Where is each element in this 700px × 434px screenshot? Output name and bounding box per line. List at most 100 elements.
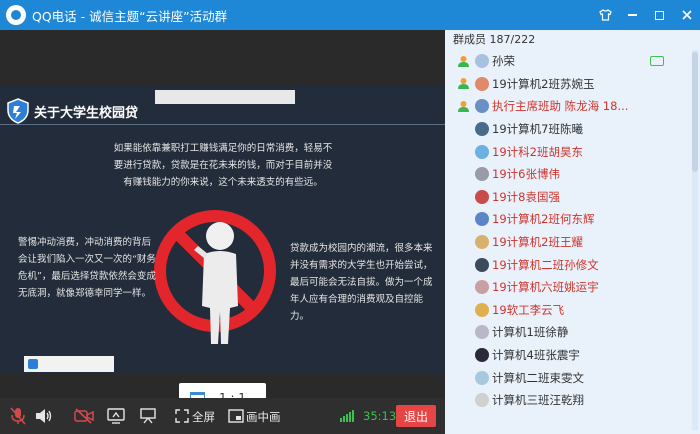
speaker-icon [36, 409, 52, 423]
member-name: 计算机1班徐静 [492, 325, 569, 340]
shield-icon [7, 98, 29, 124]
screen-sharing-icon [650, 56, 664, 67]
member-avatar[interactable] [475, 99, 489, 114]
slide-paragraph-top: 如果能依靠兼职打工赚钱满足你的日常消费，轻易不要进行贷款，贷款是在花未来的钱，而… [113, 143, 333, 188]
signal-strength-icon [340, 410, 354, 422]
member-avatar[interactable] [475, 122, 489, 137]
member-avatar[interactable] [475, 235, 489, 250]
picture-in-picture-icon [228, 409, 244, 423]
slide-header: 关于大学生校园贷 [6, 98, 138, 124]
close-icon [681, 10, 692, 20]
speaker-button[interactable] [34, 406, 54, 426]
slide-paragraph-left: 警惕冲动消费，冲动消费的背后会让我们陷入一次又一次的“财务危机”，最后选择贷款依… [18, 237, 156, 299]
presenter-taskbar-thumb [24, 356, 114, 372]
presentation-icon [140, 408, 156, 424]
member-row[interactable]: 19计6张博伟 [445, 163, 690, 186]
camera-off-icon [74, 408, 94, 424]
minimize-button[interactable] [619, 0, 646, 30]
member-name: 计算机二班束雯文 [492, 370, 584, 385]
member-name: 19计算机7班陈曦 [492, 122, 583, 137]
maximize-button[interactable] [646, 0, 673, 30]
window-controls [592, 0, 700, 30]
member-row[interactable]: 19计算机2班苏婉玉 [445, 73, 690, 96]
slide-top-strip [155, 90, 295, 104]
member-name: 孙荣 [492, 54, 515, 69]
member-list[interactable]: 孙荣 19计算机2班苏婉玉执行主席班助 陈龙海 18... 19计算机7班陈曦 19计… [445, 50, 690, 412]
member-row[interactable]: 计算机二班束雯文 [445, 366, 690, 389]
member-avatar[interactable] [475, 302, 489, 317]
share-screen-button[interactable] [106, 406, 126, 426]
microphone-muted-button[interactable] [8, 406, 28, 426]
admin-person-icon [458, 55, 469, 67]
member-avatar[interactable] [475, 370, 489, 385]
member-row[interactable]: 19计算机2班何东辉 [445, 208, 690, 231]
member-row[interactable]: 孙荣 [445, 50, 690, 73]
member-avatar[interactable] [475, 348, 489, 363]
fullscreen-icon-wrap[interactable] [172, 406, 192, 426]
member-panel: 群成员 187/222 孙荣 19计算机2班苏婉玉 执行主席班助 陈龙海 18...… [445, 30, 700, 434]
qq-call-window: QQ电话 - 诚信主题“云讲座”活动群 关于大学生校园贷 如果能依靠兼职打工赚钱… [0, 0, 700, 434]
title-bar: QQ电话 - 诚信主题“云讲座”活动群 [0, 0, 700, 30]
member-row[interactable]: 计算机1班徐静 [445, 321, 690, 344]
member-name: 19计算机2班苏婉玉 [492, 76, 595, 91]
slide-title: 关于大学生校园贷 [34, 105, 139, 121]
member-list-scrollbar-thumb[interactable] [692, 52, 698, 172]
member-row[interactable]: 19计算机六班姚运宇 [445, 276, 690, 299]
slide-paragraph-right: 贷款成为校园内的潮流，很多本来并没有需求的大学生也开始尝试，最后可能会无法自拔。… [290, 243, 433, 322]
member-row[interactable]: 计算机4班张震宇 [445, 344, 690, 367]
fullscreen-button[interactable]: 全屏 [192, 409, 215, 425]
member-row[interactable]: 19计算机二班孙修文 [445, 253, 690, 276]
share-screen-icon [107, 408, 125, 424]
member-name: 19计算机2班王耀 [492, 235, 583, 250]
member-name: 19计6张博伟 [492, 167, 560, 182]
member-row[interactable]: 计算机三班汪乾翔 [445, 389, 690, 412]
member-avatar[interactable] [475, 144, 489, 159]
member-row[interactable]: 19计算机2班王耀 [445, 231, 690, 254]
presentation-slide: 关于大学生校园贷 如果能依靠兼职打工赚钱满足你的日常消费，轻易不要进行贷款，贷款… [0, 86, 445, 374]
shared-screen-area[interactable]: 关于大学生校园贷 如果能依靠兼职打工赚钱满足你的日常消费，轻易不要进行贷款，贷款… [0, 30, 445, 413]
picture-in-picture-button[interactable]: 画中画 [246, 409, 281, 425]
member-avatar[interactable] [475, 280, 489, 295]
skin-button[interactable] [592, 0, 619, 30]
member-row[interactable]: 19软工李云飞 [445, 299, 690, 322]
minimize-icon [628, 14, 637, 16]
window-title: QQ电话 - 诚信主题“云讲座”活动群 [32, 8, 228, 24]
fullscreen-icon [175, 409, 189, 423]
member-avatar[interactable] [475, 54, 489, 69]
member-name: 执行主席班助 陈龙海 18... [492, 99, 629, 114]
presentation-button[interactable] [138, 406, 158, 426]
member-avatar[interactable] [475, 76, 489, 91]
quit-call-button[interactable]: 退出 [396, 405, 436, 427]
close-button[interactable] [673, 0, 700, 30]
member-name: 计算机4班张震宇 [492, 348, 580, 363]
member-name: 19计科2班胡昊东 [492, 144, 583, 159]
member-name: 19软工李云飞 [492, 302, 565, 317]
member-avatar[interactable] [475, 325, 489, 340]
member-row[interactable]: 19计科2班胡昊东 [445, 140, 690, 163]
member-name: 19计算机六班姚运宇 [492, 280, 599, 295]
member-name: 计算机三班汪乾翔 [492, 393, 584, 408]
microphone-muted-icon [10, 407, 26, 425]
qq-call-logo-icon [6, 5, 26, 25]
member-avatar[interactable] [475, 212, 489, 227]
maximize-icon [655, 10, 664, 20]
member-row[interactable]: 执行主席班助 陈龙海 18... [445, 95, 690, 118]
admin-person-icon [458, 78, 469, 90]
member-avatar[interactable] [475, 393, 489, 408]
member-avatar[interactable] [475, 167, 489, 182]
member-avatar[interactable] [475, 189, 489, 204]
camera-off-button[interactable] [74, 406, 94, 426]
member-avatar[interactable] [475, 257, 489, 272]
admin-person-icon [458, 100, 469, 112]
call-toolbar: 全屏 画中画 35:13 退出 [0, 398, 445, 434]
member-row[interactable]: 19计算机7班陈曦 [445, 118, 690, 141]
member-name: 19计算机2班何东辉 [492, 212, 595, 227]
3d-figure-icon [194, 222, 238, 344]
member-name: 19计算机二班孙修文 [492, 257, 599, 272]
call-timer: 35:13 [363, 409, 397, 423]
tshirt-icon [599, 9, 612, 21]
member-name: 19计8袁国强 [492, 189, 560, 204]
pip-icon-wrap[interactable] [226, 406, 246, 426]
taskbar-app-icon [28, 359, 38, 369]
member-row[interactable]: 19计8袁国强 [445, 186, 690, 209]
